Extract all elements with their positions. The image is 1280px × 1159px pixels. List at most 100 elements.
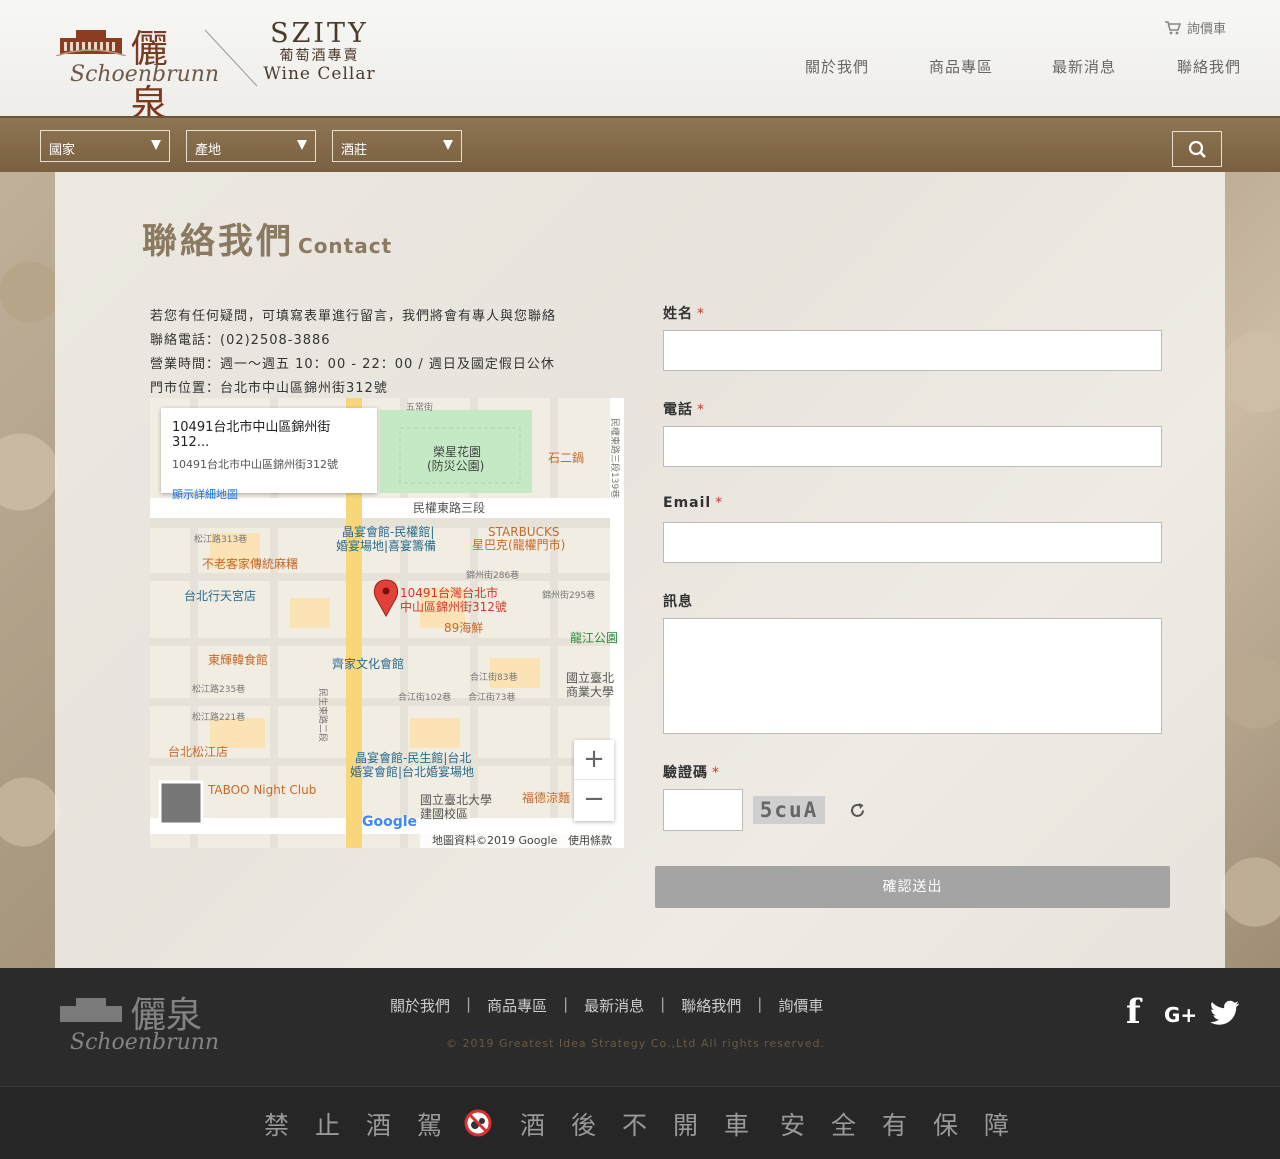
map-label-campus: 建國校區 [420, 806, 468, 821]
email-label: Email * [663, 495, 723, 511]
map-zoom-control: + − [574, 740, 614, 821]
footer-links: 關於我們 | 商品專區 | 最新消息 | 聯絡我們 | 詢價車 [390, 995, 823, 1016]
email-label-text: Email [663, 495, 712, 511]
map-label-street6: 合江街102巷 [398, 691, 451, 703]
nav-contact[interactable]: 聯絡我們 [1177, 56, 1241, 77]
footer-logo[interactable]: 儷泉 Schoenbrunn [42, 986, 219, 1058]
captcha-label: 驗證碼 * [663, 762, 720, 782]
map-label-seafood: 89海鮮 [444, 620, 483, 635]
required-mark: * [697, 402, 705, 418]
map-label-street3: 錦州街295巷 [542, 589, 595, 601]
footer-separator: | [660, 995, 666, 1013]
map-label-ntub1: 國立臺北 [566, 670, 614, 685]
country-select[interactable]: 國家 [40, 130, 170, 162]
map-card-title: 10491台北市中山區錦州街312... [172, 420, 331, 450]
map-label-ntpu: 國立臺北大學 [420, 792, 492, 807]
search-button[interactable] [1172, 131, 1222, 167]
warning-part2: 酒後不開車 [520, 1111, 776, 1140]
country-select-label: 國家 [49, 143, 76, 158]
street-view-thumbnail[interactable] [158, 780, 204, 826]
footer-link-products[interactable]: 商品專區 [487, 995, 547, 1016]
site-footer: 儷泉 Schoenbrunn [0, 968, 1280, 1086]
schoenbrunn-logo[interactable]: 儷泉 Schoenbrunn [42, 18, 219, 126]
map-label-street2: 錦州街286巷 [466, 569, 519, 581]
captcha-label-text: 驗證碼 [663, 765, 708, 781]
footer-separator: | [563, 995, 569, 1013]
captcha-image: 5cuA [753, 796, 825, 824]
map-label-street7: 松江路235巷 [192, 683, 245, 695]
warning-part3: 安全有保障 [780, 1111, 1036, 1140]
nav-news[interactable]: 最新消息 [1052, 56, 1116, 77]
submit-button[interactable]: 確認送出 [655, 866, 1170, 908]
map-label-songjiang: 台北松江店 [168, 744, 228, 759]
map-label-street8: 松江路221巷 [192, 711, 245, 723]
map-label-road-minsheng: 民生東路二段 [317, 688, 329, 742]
map-card-address: 10491台北市中山區錦州街312號 [172, 458, 338, 471]
chevron-down-icon [151, 140, 161, 150]
info-hours: 營業時間：週一～週五 10：00 - 22：00 / 週日及國定假日公休 [150, 357, 555, 372]
footer-link-contact[interactable]: 聯絡我們 [681, 995, 741, 1016]
footer-link-cart[interactable]: 詢價車 [778, 995, 823, 1016]
logo-english: Schoenbrunn [70, 62, 220, 87]
name-input[interactable] [663, 330, 1162, 371]
map-label-street1: 松江路313巷 [194, 533, 247, 545]
required-mark: * [715, 495, 724, 511]
map-label-taboo: TABOO Night Club [207, 783, 316, 797]
twitter-icon[interactable] [1210, 1000, 1240, 1026]
winery-select-label: 酒莊 [341, 143, 368, 158]
winery-select[interactable]: 酒莊 [332, 130, 462, 162]
map-label-wedding: 婚宴場地|喜宴籌備 [336, 538, 436, 553]
map-label-ntub2: 商業大學 [566, 684, 614, 699]
map-card-link[interactable]: 顯示詳細地圖 [172, 486, 366, 502]
map-label-mochi: 不老客家傳統麻糬 [202, 556, 298, 571]
footer-link-news[interactable]: 最新消息 [584, 995, 644, 1016]
szity-logo-title: SZITY [270, 18, 369, 49]
region-select[interactable]: 產地 [186, 130, 316, 162]
map-attribution: 地圖資料©2019 Google [432, 833, 558, 847]
email-input[interactable] [663, 522, 1162, 563]
page-title: 聯絡我們 Contact [142, 213, 392, 264]
szity-logo[interactable]: SZITY 葡萄酒專賣 Wine Cellar [262, 20, 377, 90]
footer-logo-english: Schoenbrunn [70, 1030, 220, 1055]
map-label-road-minquan: 民權東路三段 [413, 500, 485, 515]
message-label: 訊息 [663, 594, 693, 610]
map-label-fude: 福德涼麵 [522, 790, 570, 805]
info-intro: 若您有任何疑問，可填寫表單進行留言，我們將會有專人與您聯絡 [150, 309, 557, 324]
map-terms-link[interactable]: 使用條款 [568, 833, 612, 847]
map-label-road-139: 民權東路三段139巷 [609, 418, 621, 498]
map-label-starbucks: STARBUCKS [488, 525, 559, 539]
zoom-in-button[interactable]: + [574, 740, 614, 780]
cart-link[interactable]: 詢價車 [1165, 18, 1226, 37]
captcha-input[interactable] [663, 789, 743, 831]
footer-link-about[interactable]: 關於我們 [390, 995, 450, 1016]
google-plus-icon[interactable]: G+ [1164, 1003, 1197, 1027]
google-logo: Google [362, 814, 417, 830]
warning-part1: 禁止酒駕 [264, 1111, 469, 1140]
map-label-jingyan-minsheng: 晶宴會館-民生館|台北 [355, 750, 471, 765]
map-label-jingyan-minquan: 晶宴會館-民權館| [342, 524, 434, 539]
name-label-text: 姓名 [663, 306, 693, 322]
map-info-card: 10491台北市中山區錦州街312... 10491台北市中山區錦州街312號 … [161, 408, 377, 501]
map-label-korean: 東輝韓食館 [208, 652, 268, 667]
required-mark: * [697, 306, 705, 322]
nav-about[interactable]: 關於我們 [805, 56, 869, 77]
chevron-down-icon [443, 140, 453, 150]
google-map[interactable]: 榮星花園 (防災公園) 民權東路三段 石二鍋 晶宴會館-民權館| 婚宴場地|喜宴… [150, 398, 624, 848]
footer-separator: | [757, 995, 763, 1013]
map-pin-label-1: 10491台灣台北市 [400, 585, 498, 600]
logo-divider [204, 29, 258, 87]
message-textarea[interactable] [663, 618, 1162, 734]
refresh-icon[interactable] [848, 801, 867, 820]
phone-input[interactable] [663, 426, 1162, 467]
map-label-starbucks-cn: 星巴克(龍權門市) [472, 537, 565, 552]
phone-label-text: 電話 [663, 402, 693, 418]
nav-products[interactable]: 商品專區 [929, 56, 993, 77]
page-subtitle: Contact [298, 234, 393, 258]
required-mark: * [712, 765, 720, 781]
map-label-street5: 合江街73巷 [468, 691, 515, 703]
map-label-street4: 合江街83巷 [470, 671, 517, 683]
zoom-out-button[interactable]: − [574, 780, 614, 820]
site-header: 儷泉 Schoenbrunn SZITY 葡萄酒專賣 Wine Cellar 詢… [0, 0, 1280, 126]
facebook-icon[interactable]: f [1126, 992, 1141, 1032]
chevron-down-icon [297, 140, 307, 150]
